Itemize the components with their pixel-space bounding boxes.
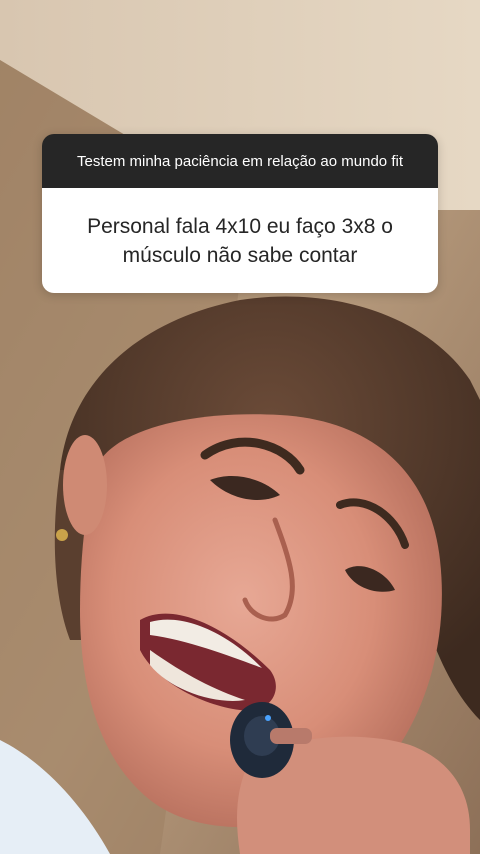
story-screen: Testem minha paciência em relação ao mun… — [0, 0, 480, 854]
question-prompt: Testem minha paciência em relação ao mun… — [42, 134, 438, 188]
question-answer: Personal fala 4x10 eu faço 3x8 o músculo… — [42, 188, 438, 293]
question-sticker[interactable]: Testem minha paciência em relação ao mun… — [42, 134, 438, 293]
background-photo — [0, 0, 480, 854]
